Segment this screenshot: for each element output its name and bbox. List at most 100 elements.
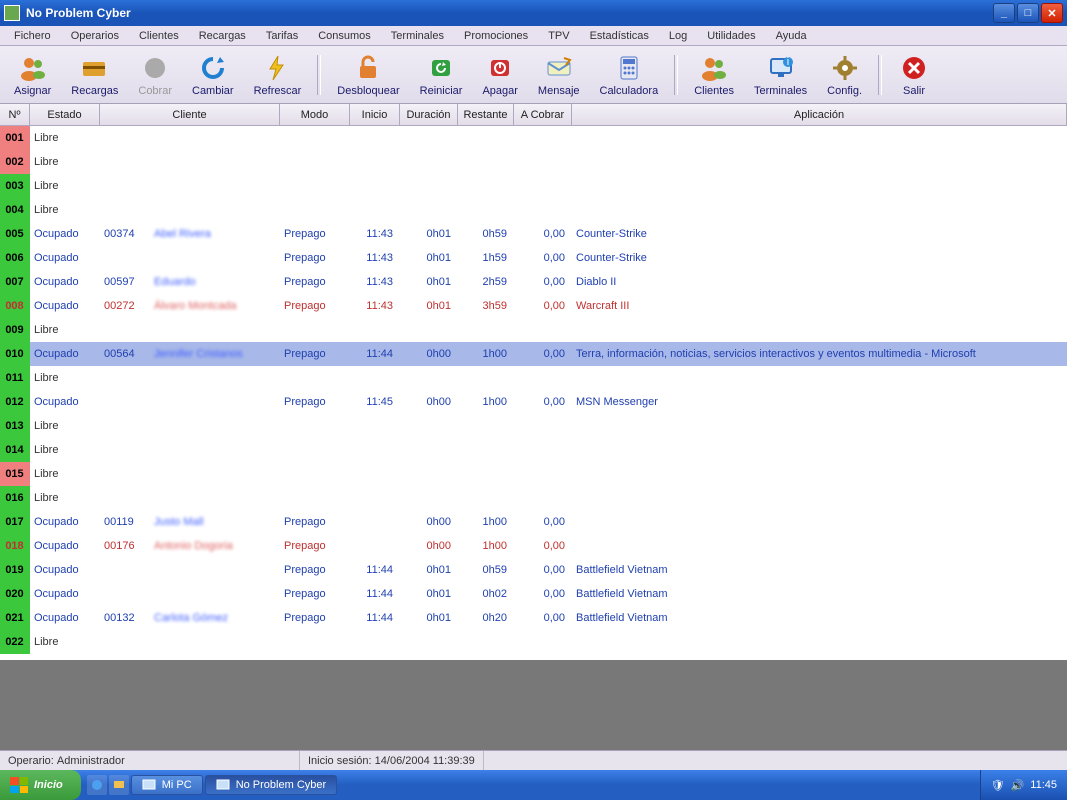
menu-tarifas[interactable]: Tarifas — [256, 28, 308, 44]
col-cliente[interactable]: Cliente — [100, 104, 280, 125]
table-row[interactable]: 018 Ocupado 00176 Antonio Dogoria Prepag… — [0, 534, 1067, 558]
empty-area — [0, 660, 1067, 750]
toolbar-apagar-button[interactable]: Apagar — [472, 51, 527, 99]
window-title: No Problem Cyber — [26, 6, 993, 20]
minimize-button[interactable]: _ — [993, 3, 1015, 23]
menu-fichero[interactable]: Fichero — [4, 28, 61, 44]
table-row[interactable]: 013 Libre — [0, 414, 1067, 438]
table-row[interactable]: 006 Ocupado Prepago 11:43 0h01 1h59 0,00… — [0, 246, 1067, 270]
toolbar-recargas-button[interactable]: Recargas — [61, 51, 128, 99]
table-row[interactable]: 004 Libre — [0, 198, 1067, 222]
table-row[interactable]: 022 Libre — [0, 630, 1067, 654]
col-inicio[interactable]: Inicio — [350, 104, 400, 125]
cell-client-name — [150, 198, 280, 222]
cell-inicio — [350, 126, 400, 150]
cell-app — [572, 126, 1067, 150]
toolbar-asignar-button[interactable]: Asignar — [4, 51, 61, 99]
cell-dur — [400, 462, 458, 486]
toolbar-mensaje-button[interactable]: Mensaje — [528, 51, 590, 99]
cell-client-id: 00564 — [100, 342, 150, 366]
toolbar-calculadora-button[interactable]: Calculadora — [590, 51, 669, 99]
cell-modo — [280, 438, 350, 462]
menu-bar: FicheroOperariosClientesRecargasTarifasC… — [0, 26, 1067, 46]
table-row[interactable]: 011 Libre — [0, 366, 1067, 390]
col-app[interactable]: Aplicación — [572, 104, 1067, 125]
col-estado[interactable]: Estado — [30, 104, 100, 125]
menu-log[interactable]: Log — [659, 28, 697, 44]
cell-estado: Ocupado — [30, 294, 100, 318]
quicklaunch-desktop-icon[interactable] — [109, 775, 129, 795]
tray-icon[interactable]: 🔊 — [1011, 779, 1025, 792]
taskbar-task[interactable]: Mi PC — [131, 775, 203, 795]
toolbar-config-button[interactable]: Config. — [817, 51, 872, 99]
table-row[interactable]: 015 Libre — [0, 462, 1067, 486]
cell-inicio: 11:44 — [350, 558, 400, 582]
table-row[interactable]: 001 Libre — [0, 126, 1067, 150]
col-num[interactable]: Nº — [0, 104, 30, 125]
quicklaunch-ie-icon[interactable] — [87, 775, 107, 795]
table-row[interactable]: 016 Libre — [0, 486, 1067, 510]
toolbar-reiniciar-button[interactable]: Reiniciar — [410, 51, 473, 99]
cell-client-name: Carlota Gómez — [150, 606, 280, 630]
tray-icon[interactable]: 🛡 — [991, 779, 1005, 792]
table-row[interactable]: 010 Ocupado 00564 Jennifer Cristanos Pre… — [0, 342, 1067, 366]
clock[interactable]: 11:45 — [1030, 779, 1057, 791]
system-tray[interactable]: 🛡 🔊 11:45 — [980, 770, 1067, 800]
table-row[interactable]: 007 Ocupado 00597 Eduardo Prepago 11:43 … — [0, 270, 1067, 294]
table-row[interactable]: 003 Libre — [0, 174, 1067, 198]
maximize-button[interactable]: □ — [1017, 3, 1039, 23]
cell-dur: 0h00 — [400, 390, 458, 414]
table-row[interactable]: 009 Libre — [0, 318, 1067, 342]
table-row[interactable]: 002 Libre — [0, 150, 1067, 174]
toolbar-desbloquear-button[interactable]: Desbloquear — [327, 51, 409, 99]
table-row[interactable]: 021 Ocupado 00132 Carlota Gómez Prepago … — [0, 606, 1067, 630]
cell-client-id — [100, 174, 150, 198]
table-row[interactable]: 014 Libre — [0, 438, 1067, 462]
cell-modo: Prepago — [280, 390, 350, 414]
taskbar-task[interactable]: No Problem Cyber — [205, 775, 337, 795]
people-icon — [698, 53, 730, 83]
menu-tpv[interactable]: TPV — [538, 28, 579, 44]
menu-estadísticas[interactable]: Estadísticas — [580, 28, 659, 44]
menu-consumos[interactable]: Consumos — [308, 28, 381, 44]
menu-recargas[interactable]: Recargas — [189, 28, 256, 44]
table-row[interactable]: 019 Ocupado Prepago 11:44 0h01 0h59 0,00… — [0, 558, 1067, 582]
cell-client-name — [150, 246, 280, 270]
card-icon — [79, 53, 111, 83]
row-badge: 005 — [0, 222, 30, 246]
close-button[interactable]: ✕ — [1041, 3, 1063, 23]
cell-client-id — [100, 126, 150, 150]
cell-client-id — [100, 630, 150, 654]
cell-rest: 1h00 — [458, 342, 514, 366]
toolbar-terminales-button[interactable]: iTerminales — [744, 51, 817, 99]
cell-app: Battlefield Vietnam — [572, 582, 1067, 606]
menu-ayuda[interactable]: Ayuda — [766, 28, 817, 44]
windows-logo-icon — [10, 777, 28, 793]
col-dur[interactable]: Duración — [400, 104, 458, 125]
close-icon — [898, 53, 930, 83]
col-modo[interactable]: Modo — [280, 104, 350, 125]
table-row[interactable]: 017 Ocupado 00119 Justo Mall Prepago 0h0… — [0, 510, 1067, 534]
toolbar-salir-button[interactable]: Salir — [888, 51, 940, 99]
toolbar-cambiar-button[interactable]: Cambiar — [182, 51, 244, 99]
col-rest[interactable]: Restante — [458, 104, 514, 125]
cell-inicio: 11:43 — [350, 270, 400, 294]
col-cob[interactable]: A Cobrar — [514, 104, 572, 125]
menu-clientes[interactable]: Clientes — [129, 28, 189, 44]
start-button[interactable]: Inicio — [0, 770, 81, 800]
toolbar-clientes-button[interactable]: Clientes — [684, 51, 744, 99]
table-row[interactable]: 005 Ocupado 00374 Abel Rivera Prepago 11… — [0, 222, 1067, 246]
cell-inicio: 11:44 — [350, 606, 400, 630]
table-row[interactable]: 012 Ocupado Prepago 11:45 0h00 1h00 0,00… — [0, 390, 1067, 414]
menu-utilidades[interactable]: Utilidades — [697, 28, 765, 44]
menu-operarios[interactable]: Operarios — [61, 28, 129, 44]
cell-inicio: 11:45 — [350, 390, 400, 414]
cell-client-id — [100, 462, 150, 486]
table-row[interactable]: 020 Ocupado Prepago 11:44 0h01 0h02 0,00… — [0, 582, 1067, 606]
cell-rest: 3h59 — [458, 294, 514, 318]
table-row[interactable]: 008 Ocupado 00272 Álvaro Montcada Prepag… — [0, 294, 1067, 318]
menu-terminales[interactable]: Terminales — [381, 28, 454, 44]
cell-estado: Ocupado — [30, 246, 100, 270]
toolbar-refrescar-button[interactable]: Refrescar — [244, 51, 312, 99]
menu-promociones[interactable]: Promociones — [454, 28, 538, 44]
